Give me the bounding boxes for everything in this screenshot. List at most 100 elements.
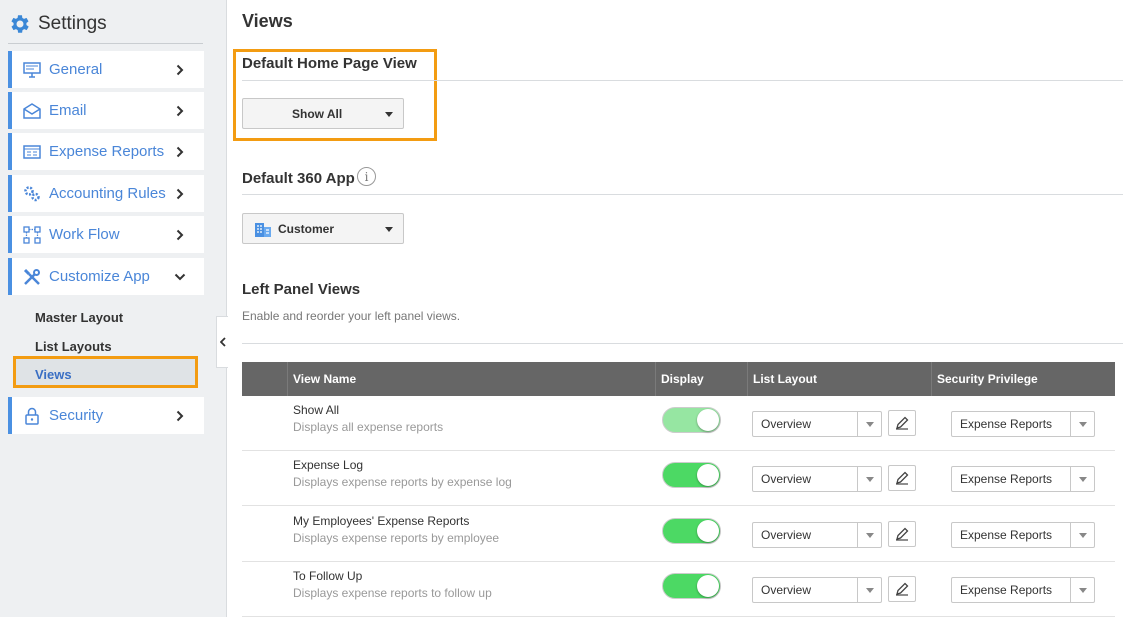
sidebar-item-customize-app[interactable]: Customize App [8, 258, 204, 295]
display-toggle[interactable] [662, 573, 721, 599]
chevron-right-icon [170, 229, 190, 241]
col-display: Display [655, 362, 747, 396]
sidebar-item-email[interactable]: Email [8, 92, 204, 129]
subitem-list-layouts[interactable]: List Layouts [35, 339, 112, 354]
sidebar-item-security[interactable]: Security [8, 397, 204, 434]
view-description: Displays expense reports to follow up [293, 586, 492, 600]
security-privilege-select[interactable]: Expense Reports [951, 411, 1095, 437]
pencil-icon [896, 582, 909, 596]
caret-down-icon [385, 112, 393, 117]
caret-down-icon [1070, 467, 1094, 491]
caret-down-icon [385, 227, 393, 232]
lock-icon [22, 406, 42, 426]
gear-icon [11, 15, 29, 33]
sidebar: Settings General Email Expense Reports A… [0, 0, 227, 617]
edit-layout-button[interactable] [888, 521, 916, 547]
view-description: Displays expense reports by expense log [293, 475, 512, 489]
col-list-layout: List Layout [747, 362, 931, 396]
chevron-left-icon [219, 337, 226, 347]
table-row: Show All Displays all expense reports Ov… [242, 396, 1115, 451]
caret-down-icon [857, 578, 881, 602]
sidebar-item-work-flow[interactable]: Work Flow [8, 216, 204, 253]
caret-down-icon [857, 467, 881, 491]
sidebar-item-label: General [49, 61, 103, 78]
list-layout-value: Overview [761, 417, 812, 431]
caret-down-icon [1070, 578, 1094, 602]
table-row: Expense Log Displays expense reports by … [242, 451, 1115, 506]
list-layout-select[interactable]: Overview [752, 466, 882, 492]
settings-header: Settings [8, 12, 107, 36]
sidebar-item-label: Work Flow [49, 226, 120, 243]
chevron-right-icon [170, 188, 190, 200]
view-description: Displays expense reports by employee [293, 531, 500, 545]
col-security: Security Privilege [931, 362, 1115, 396]
section-divider [242, 343, 1123, 344]
info-icon[interactable]: i [357, 167, 376, 186]
view-name: Expense Log [293, 458, 364, 472]
default-360-title: Default 360 App [242, 170, 355, 187]
view-name: To Follow Up [293, 569, 363, 583]
chevron-right-icon [170, 64, 190, 76]
sidebar-item-label: Security [49, 407, 104, 424]
edit-layout-button[interactable] [888, 465, 916, 491]
list-layout-value: Overview [761, 528, 812, 542]
security-privilege-select[interactable]: Expense Reports [951, 466, 1095, 492]
pencil-icon [896, 471, 909, 485]
security-privilege-value: Expense Reports [960, 472, 1053, 486]
sidebar-item-accounting-rules[interactable]: Accounting Rules [8, 175, 204, 212]
chevron-right-icon [170, 146, 190, 158]
toggle-knob [697, 464, 719, 486]
edit-layout-button[interactable] [888, 410, 916, 436]
subitem-master-layout[interactable]: Master Layout [35, 310, 123, 325]
gears-icon [22, 184, 42, 204]
toggle-knob [697, 520, 719, 542]
sidebar-item-expense-reports[interactable]: Expense Reports [8, 133, 204, 170]
col-view-name: View Name [287, 362, 655, 396]
subitem-views-label: Views [35, 367, 72, 382]
display-toggle[interactable] [662, 407, 721, 433]
security-privilege-value: Expense Reports [960, 417, 1053, 431]
sidebar-item-general[interactable]: General [8, 51, 204, 88]
view-name: Show All [293, 403, 340, 417]
caret-down-icon [1070, 412, 1094, 436]
pencil-icon [896, 527, 909, 541]
settings-title: Settings [38, 13, 107, 34]
list-layout-value: Overview [761, 472, 812, 486]
tools-icon [22, 267, 42, 287]
list-layout-select[interactable]: Overview [752, 577, 882, 603]
subitem-views[interactable]: Views [13, 356, 198, 388]
sidebar-divider [8, 43, 203, 44]
envelope-icon [22, 101, 42, 121]
list-layout-select[interactable]: Overview [752, 522, 882, 548]
display-toggle[interactable] [662, 462, 721, 488]
default-360-dropdown[interactable]: Customer [242, 213, 404, 244]
display-toggle[interactable] [662, 518, 721, 544]
default-home-title: Default Home Page View [242, 55, 417, 72]
default-home-dropdown[interactable]: Show All [242, 98, 404, 129]
sidebar-item-label: Expense Reports [49, 143, 165, 160]
list-layout-select[interactable]: Overview [752, 411, 882, 437]
table-row: My Employees' Expense Reports Displays e… [242, 507, 1115, 562]
toggle-knob [697, 409, 719, 431]
view-description: Displays all expense reports [293, 420, 444, 434]
security-privilege-select[interactable]: Expense Reports [951, 577, 1095, 603]
edit-layout-button[interactable] [888, 576, 916, 602]
section-divider [242, 80, 1123, 81]
monitor-icon [22, 60, 42, 80]
sidebar-item-label: Email [49, 102, 87, 119]
page-title: Views [242, 11, 293, 31]
table-header: View Name Display List Layout Security P… [242, 362, 1115, 396]
default-360-value: Customer [278, 221, 335, 236]
collapse-sidebar-button[interactable] [216, 316, 228, 368]
sidebar-item-label: Customize App [49, 268, 150, 285]
security-privilege-select[interactable]: Expense Reports [951, 522, 1095, 548]
chevron-right-icon [170, 105, 190, 117]
sidebar-item-label: Accounting Rules [49, 185, 166, 202]
left-panel-title: Left Panel Views [242, 281, 361, 298]
pencil-icon [896, 416, 909, 430]
view-name: My Employees' Expense Reports [293, 514, 470, 528]
caret-down-icon [857, 523, 881, 547]
table-row: To Follow Up Displays expense reports to… [242, 562, 1115, 617]
list-layout-value: Overview [761, 583, 812, 597]
security-privilege-value: Expense Reports [960, 583, 1053, 597]
